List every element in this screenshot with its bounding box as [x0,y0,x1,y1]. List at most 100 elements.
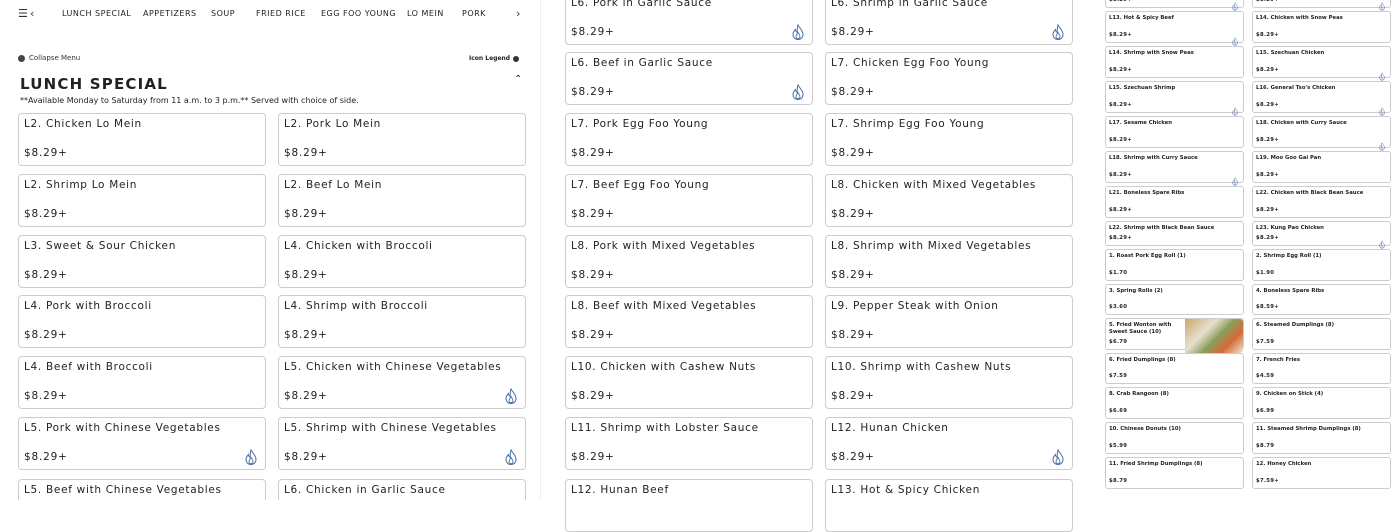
menu-item-card[interactable]: L18. Shrimp with Curry Sauce $8.29+ [1105,151,1244,186]
minus-circle-icon [18,54,25,62]
menu-item-card[interactable]: L8. Chicken with Mixed Vegetables $8.29+ [825,174,1073,227]
menu-item-card[interactable]: 7. French Fries $4.59 [1252,353,1391,384]
menu-item-card[interactable]: L17. Sesame Chicken $8.29+ [1105,116,1244,148]
menu-item-card[interactable]: 5. Fried Wonton with Sweet Sauce (10) $6.… [1105,318,1244,353]
menu-item-card[interactable]: L19. Moo Goo Gai Pan $8.29+ [1252,151,1391,183]
menu-item-card[interactable]: 11. Steamed Shrimp Dumplings (8) $8.79 [1252,422,1391,454]
menu-item-card[interactable]: L13. Hot & Spicy Beef $8.29+ [1105,11,1244,46]
menu-item-card[interactable]: L7. Chicken Egg Foo Young $8.29+ [825,52,1073,105]
menu-item-card[interactable]: L8. Pork with Mixed Vegetables $8.29+ [565,235,813,288]
menu-item-name: 5. Fried Wonton with Sweet Sauce (10) [1109,322,1172,335]
menu-item-card[interactable]: L2. Shrimp Lo Mein $8.29+ [18,174,266,227]
menu-item-card[interactable]: L14. Chicken with Snow Peas $8.29+ [1252,11,1391,43]
menu-item-card[interactable]: 4. Boneless Spare Ribs $8.59+ [1252,284,1391,315]
menu-item-card[interactable]: L12. Hunan Beef [565,479,813,532]
nav-appetizers[interactable]: APPETIZERS [143,9,197,18]
menu-item-price: $8.29+ [1256,235,1279,241]
menu-item-card[interactable]: L6. Chicken in Garlic Sauce [278,479,526,500]
menu-item-price: $5.99 [1109,443,1128,449]
menu-item-name: L17. Sesame Chicken [1109,120,1173,126]
menu-item-card[interactable]: L9. Pepper Steak with Onion $8.29+ [825,295,1073,348]
nav-egg-foo-young[interactable]: EGG FOO YOUNG [321,9,396,18]
menu-item-card[interactable]: L7. Beef Egg Foo Young $8.29+ [565,174,813,227]
menu-item-name: L8. Beef with Mixed Vegetables [571,300,757,312]
menu-item-card[interactable]: L7. Shrimp Egg Foo Young $8.29+ [825,113,1073,166]
menu-item-card[interactable]: 1. Roast Pork Egg Roll (1) $1.70 [1105,249,1244,281]
menu-item-card[interactable]: L16. General Tso's Chicken $8.29+ [1252,81,1391,116]
menu-item-card[interactable]: L4. Pork with Broccoli $8.29+ [18,295,266,348]
menu-item-card[interactable]: 9. Chicken on Stick (4) $6.99 [1252,387,1391,419]
menu-item-card[interactable]: 2. Shrimp Egg Roll (1) $1.90 [1252,249,1391,281]
collapse-menu-button[interactable]: Collapse Menu [18,54,80,62]
menu-item-card[interactable]: 3. Spring Rolls (2) $3.60 [1105,284,1244,315]
menu-item-card[interactable]: 12. Honey Chicken $7.59+ [1252,457,1391,489]
menu-item-name: L15. Szechuan Shrimp [1109,85,1176,91]
menu-item-price: $8.29+ [1256,207,1279,213]
menu-item-card[interactable]: L10. Shrimp with Cashew Nuts $8.29+ [825,356,1073,409]
menu-item-card[interactable]: L4. Beef with Broccoli $8.29+ [18,356,266,409]
menu-item-price: $6.99 [1256,408,1275,414]
menu-item-price: $6.69 [1109,408,1128,414]
menu-item-card[interactable]: L5. Beef with Chinese Vegetables [18,479,266,500]
menu-item-card[interactable]: L3. Sweet & Sour Chicken $8.29+ [18,235,266,288]
menu-item-card[interactable]: L22. Shrimp with Black Bean Sauce $8.29+ [1105,221,1244,246]
menu-item-price: $8.29+ [831,208,875,220]
menu-item-card[interactable]: L14. Shrimp with Snow Peas $8.29+ [1105,46,1244,78]
menu-item-name: 1. Roast Pork Egg Roll (1) [1109,253,1186,259]
menu-item-card[interactable]: L13. Hot & Spicy Chicken [825,479,1073,532]
menu-item-price: $8.29+ [1109,235,1132,241]
menu-item-price: $8.29+ [831,390,875,402]
menu-item-card[interactable]: L15. Szechuan Chicken $8.29+ [1252,46,1391,81]
menu-item-name: L8. Chicken with Mixed Vegetables [831,179,1037,191]
nav-fried-rice[interactable]: FRIED RICE [256,9,306,18]
menu-item-card[interactable]: 6. Fried Dumplings (8) $7.59 [1105,353,1244,384]
menu-item-card[interactable]: L7. Pork Egg Foo Young $8.29+ [565,113,813,166]
menu-item-price: $8.29+ [284,147,328,159]
menu-item-card[interactable]: L23. Kung Pao Chicken $8.29+ [1252,221,1391,249]
chevron-left-icon[interactable]: ‹ [30,7,34,20]
menu-item-card[interactable]: L6. Beef in Garlic Sauce $8.29+ [565,52,813,105]
menu-item-card[interactable]: L5. Chicken with Chinese Vegetables $8.29… [278,356,526,409]
spicy-flame-icon [1232,171,1238,186]
menu-item-card[interactable]: L22. Chicken with Black Bean Sauce $8.29+ [1252,186,1391,218]
nav-soup[interactable]: SOUP [211,9,235,18]
menu-item-card[interactable]: L5. Shrimp with Chinese Vegetables $8.29+ [278,417,526,470]
menu-item-card[interactable]: $8.29+ [1105,0,1244,11]
menu-item-price: $4.59 [1256,373,1275,379]
menu-item-card[interactable]: $8.29+ [1252,0,1391,11]
menu-item-card[interactable]: L2. Pork Lo Mein $8.29+ [278,113,526,166]
menu-item-name: L13. Hot & Spicy Beef [1109,15,1174,21]
menu-item-card[interactable]: L11. Shrimp with Lobster Sauce $8.29+ [565,417,813,470]
menu-item-card[interactable]: 10. Chinese Donuts (10) $5.99 [1105,422,1244,454]
nav-lunch-special[interactable]: LUNCH SPECIAL [62,9,131,18]
menu-item-name: L9. Pepper Steak with Onion [831,300,999,312]
menu-item-card[interactable]: L21. Boneless Spare Ribs $8.29+ [1105,186,1244,218]
menu-item-card[interactable]: L8. Shrimp with Mixed Vegetables $8.29+ [825,235,1073,288]
list-icon[interactable]: ☰ [18,7,28,20]
menu-item-card[interactable]: L4. Chicken with Broccoli $8.29+ [278,235,526,288]
nav-lo-mein[interactable]: LO MEIN [407,9,444,18]
menu-item-card[interactable]: L4. Shrimp with Broccoli $8.29+ [278,295,526,348]
icon-legend-button[interactable]: Icon Legend [469,55,520,62]
menu-item-card[interactable]: L2. Chicken Lo Mein $8.29+ [18,113,266,166]
menu-item-card[interactable]: L12. Hunan Chicken $8.29+ [825,417,1073,470]
menu-item-card[interactable]: L18. Chicken with Curry Sauce $8.29+ [1252,116,1391,151]
menu-item-card[interactable]: L15. Szechuan Shrimp $8.29+ [1105,81,1244,116]
menu-item-price: $8.29+ [24,390,68,402]
chevron-right-icon[interactable]: › [516,7,520,20]
chevron-up-icon[interactable]: ⌃ [514,74,522,85]
spicy-flame-icon [1052,24,1064,41]
menu-item-card[interactable]: L8. Beef with Mixed Vegetables $8.29+ [565,295,813,348]
menu-item-price: $8.29+ [831,451,875,463]
nav-pork[interactable]: PORK [462,9,486,18]
menu-item-card[interactable]: 6. Steamed Dumplings (8) $7.59 [1252,318,1391,350]
menu-item-card[interactable]: 8. Crab Rangoon (8) $6.69 [1105,387,1244,419]
menu-item-card[interactable]: L10. Chicken with Cashew Nuts $8.29+ [565,356,813,409]
menu-item-card[interactable]: L6. Pork in Garlic Sauce $8.29+ [565,0,813,45]
menu-item-price: $8.59+ [1256,304,1279,310]
menu-item-card[interactable]: L6. Shrimp in Garlic Sauce $8.29+ [825,0,1073,45]
menu-item-name: L13. Hot & Spicy Chicken [831,484,981,496]
menu-item-card[interactable]: L5. Pork with Chinese Vegetables $8.29+ [18,417,266,470]
menu-item-card[interactable]: L2. Beef Lo Mein $8.29+ [278,174,526,227]
menu-item-card[interactable]: 11. Fried Shrimp Dumplings (8) $8.79 [1105,457,1244,489]
